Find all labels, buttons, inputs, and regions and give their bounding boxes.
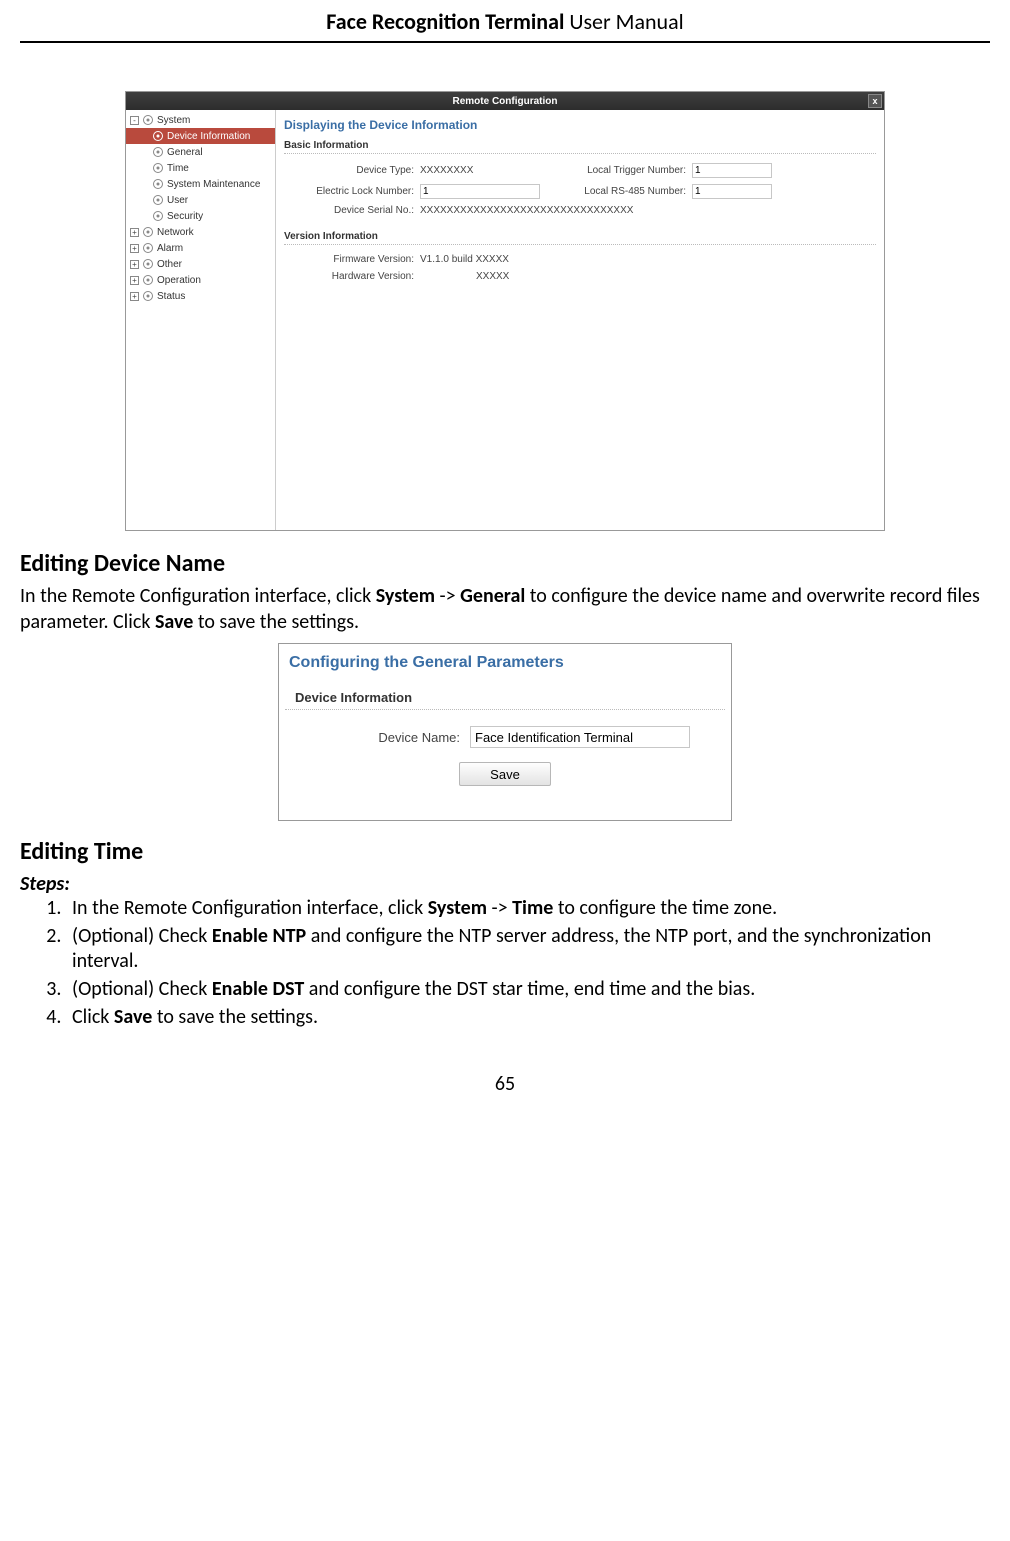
gp-heading: Configuring the General Parameters <box>279 644 731 684</box>
firmware-label: Firmware Version: <box>284 254 414 265</box>
sidebar-item-label: Device Information <box>167 131 250 142</box>
sidebar-item-other[interactable]: + Other <box>126 256 275 272</box>
sidebar-item-label: Status <box>157 291 185 302</box>
remote-config-titlebar: Remote Configuration x <box>126 92 884 110</box>
sidebar-item-label: Time <box>167 163 189 174</box>
gear-icon <box>142 226 154 238</box>
sidebar-item-general[interactable]: General <box>126 144 275 160</box>
expand-icon[interactable]: + <box>130 276 139 285</box>
gear-icon <box>152 210 164 222</box>
sidebar-item-label: User <box>167 195 188 206</box>
remote-config-window: Remote Configuration x - System Device I… <box>125 91 885 531</box>
general-parameters-window: Configuring the General Parameters Devic… <box>278 643 732 821</box>
gear-icon <box>152 178 164 190</box>
version-info-title: Version Information <box>284 227 876 245</box>
remote-config-main: Displaying the Device Information Basic … <box>276 110 884 530</box>
page-number: 65 <box>20 1032 990 1096</box>
sidebar-item-status[interactable]: + Status <box>126 288 275 304</box>
step-1: In the Remote Configuration interface, c… <box>66 896 990 922</box>
expand-icon[interactable]: + <box>130 292 139 301</box>
device-name-input[interactable] <box>470 726 690 748</box>
sidebar-item-label: Other <box>157 259 182 270</box>
collapse-icon[interactable]: - <box>130 116 139 125</box>
gear-icon <box>142 114 154 126</box>
sidebar-item-operation[interactable]: + Operation <box>126 272 275 288</box>
save-button[interactable]: Save <box>459 762 551 786</box>
gear-icon <box>152 130 164 142</box>
remote-config-title: Remote Configuration <box>453 96 558 107</box>
electric-lock-label: Electric Lock Number: <box>284 186 414 197</box>
main-heading: Displaying the Device Information <box>284 114 876 136</box>
sidebar-item-time[interactable]: Time <box>126 160 275 176</box>
step-3: (Optional) Check Enable DST and configur… <box>66 977 990 1003</box>
gear-icon <box>152 194 164 206</box>
sidebar-item-label: Security <box>167 211 203 222</box>
sidebar-item-label: System Maintenance <box>167 179 260 190</box>
section-title-device-name: Editing Device Name <box>20 549 990 578</box>
rs485-input[interactable] <box>692 184 772 199</box>
firmware-value: V1.1.0 build XXXXX <box>420 254 509 265</box>
sidebar-item-label: System <box>157 115 190 126</box>
close-icon[interactable]: x <box>868 94 882 108</box>
rs485-label: Local RS-485 Number: <box>546 186 686 197</box>
hardware-label: Hardware Version: <box>284 271 414 282</box>
header-title-bold: Face Recognition Terminal <box>326 8 564 35</box>
section-title-time: Editing Time <box>20 837 990 866</box>
steps-label: Steps: <box>20 872 990 896</box>
sidebar-item-alarm[interactable]: + Alarm <box>126 240 275 256</box>
gear-icon <box>142 290 154 302</box>
gear-icon <box>152 146 164 158</box>
step-2: (Optional) Check Enable NTP and configur… <box>66 924 990 975</box>
sidebar-item-system[interactable]: - System <box>126 112 275 128</box>
sidebar-item-security[interactable]: Security <box>126 208 275 224</box>
sidebar-item-label: Network <box>157 227 194 238</box>
sidebar-item-user[interactable]: User <box>126 192 275 208</box>
serial-label: Device Serial No.: <box>284 205 414 216</box>
step-4: Click Save to save the settings. <box>66 1005 990 1031</box>
sidebar-item-label: Alarm <box>157 243 183 254</box>
page-header: Face Recognition Terminal User Manual <box>20 0 990 43</box>
gear-icon <box>152 162 164 174</box>
gear-icon <box>142 242 154 254</box>
serial-value: XXXXXXXXXXXXXXXXXXXXXXXXXXXXXXXX <box>420 205 876 216</box>
device-type-label: Device Type: <box>284 165 414 176</box>
header-title-rest: User Manual <box>564 8 683 35</box>
sidebar-item-network[interactable]: + Network <box>126 224 275 240</box>
expand-icon[interactable]: + <box>130 228 139 237</box>
electric-lock-input[interactable] <box>420 184 540 199</box>
local-trigger-input[interactable] <box>692 163 772 178</box>
section1-paragraph: In the Remote Configuration interface, c… <box>20 584 990 635</box>
sidebar-item-label: General <box>167 147 203 158</box>
remote-config-sidebar: - System Device Information General Time <box>126 110 276 530</box>
device-type-value: XXXXXXXX <box>420 165 540 176</box>
sidebar-item-system-maintenance[interactable]: System Maintenance <box>126 176 275 192</box>
hardware-value: XXXXX <box>420 271 509 282</box>
local-trigger-label: Local Trigger Number: <box>546 165 686 176</box>
expand-icon[interactable]: + <box>130 244 139 253</box>
device-name-label: Device Name: <box>320 730 460 745</box>
expand-icon[interactable]: + <box>130 260 139 269</box>
steps-list: In the Remote Configuration interface, c… <box>20 896 990 1030</box>
gp-section-title: Device Information <box>285 684 725 710</box>
basic-info-title: Basic Information <box>284 136 876 154</box>
gear-icon <box>142 258 154 270</box>
sidebar-item-device-information[interactable]: Device Information <box>126 128 275 144</box>
gear-icon <box>142 274 154 286</box>
sidebar-item-label: Operation <box>157 275 201 286</box>
